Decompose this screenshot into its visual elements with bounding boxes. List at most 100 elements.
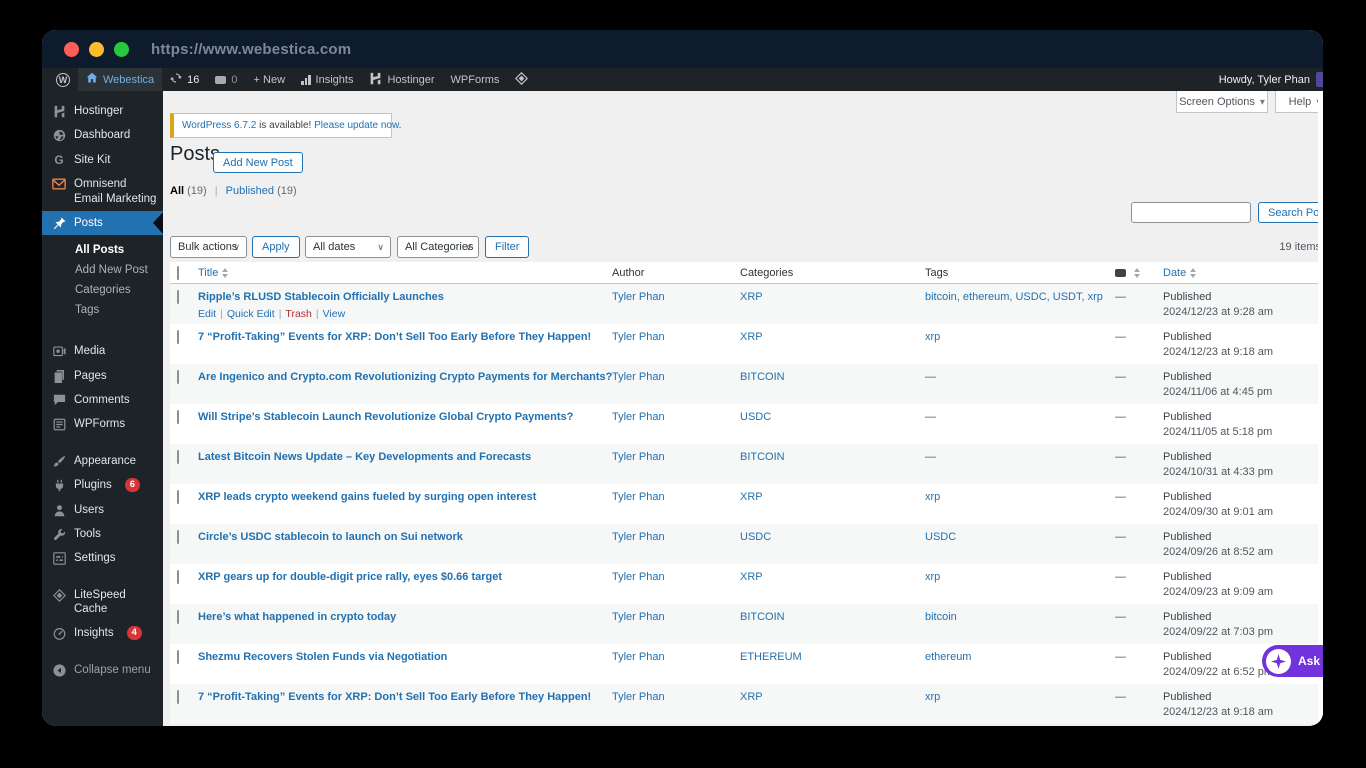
sort-by-title[interactable]: Title <box>198 267 229 279</box>
post-title-link[interactable]: Here’s what happened in crypto today <box>198 611 396 623</box>
author-link[interactable]: Tyler Phan <box>612 491 665 503</box>
apply-button[interactable]: Apply <box>252 236 300 258</box>
view-all-link[interactable]: All <box>170 185 184 197</box>
author-link[interactable]: Tyler Phan <box>612 371 665 383</box>
category-link[interactable]: XRP <box>740 331 763 343</box>
tags-link[interactable]: xrp <box>925 691 940 703</box>
scrollbar[interactable] <box>1318 91 1323 726</box>
view-published-link[interactable]: Published <box>226 185 274 197</box>
window-close-button[interactable] <box>64 41 79 57</box>
row-checkbox[interactable] <box>177 650 179 664</box>
post-title-link[interactable]: 7 “Profit-Taking” Events for XRP: Don’t … <box>198 331 591 343</box>
tags-link[interactable]: ethereum <box>925 651 971 663</box>
post-title-link[interactable]: Shezmu Recovers Stolen Funds via Negotia… <box>198 651 447 663</box>
category-link[interactable]: BITCOIN <box>740 371 785 383</box>
sort-by-comments[interactable] <box>1115 267 1163 278</box>
row-checkbox[interactable] <box>177 530 179 544</box>
category-link[interactable]: USDC <box>740 531 771 543</box>
row-checkbox[interactable] <box>177 370 179 384</box>
adminbar-new[interactable]: + New <box>246 68 294 91</box>
category-link[interactable]: XRP <box>740 691 763 703</box>
dates-filter-select[interactable]: All dates <box>305 236 391 258</box>
adminbar-hostinger[interactable]: Hostinger <box>361 68 442 91</box>
howdy-account-menu[interactable]: Howdy, Tyler Phan <box>1219 74 1310 86</box>
author-link[interactable]: Tyler Phan <box>612 571 665 583</box>
post-title-link[interactable]: XRP gears up for double-digit price rall… <box>198 571 502 583</box>
row-checkbox[interactable] <box>177 290 179 304</box>
categories-filter-select[interactable]: All Categories <box>397 236 479 258</box>
wordpress-version-link[interactable]: WordPress 6.7.2 <box>182 120 256 131</box>
sidebar-item-hostinger[interactable]: Hostinger <box>42 99 163 123</box>
category-link[interactable]: BITCOIN <box>740 451 785 463</box>
sidebar-item-collapse-menu[interactable]: Collapse menu <box>42 658 163 682</box>
select-all-checkbox[interactable] <box>177 265 179 280</box>
post-title-link[interactable]: Will Stripe’s Stablecoin Launch Revoluti… <box>198 411 573 423</box>
submenu-item-tags[interactable]: Tags <box>42 300 163 320</box>
adminbar-wpforms[interactable]: WPForms <box>443 68 508 91</box>
bulk-actions-select[interactable]: Bulk actions <box>170 236 247 258</box>
tags-link[interactable]: USDC <box>925 531 956 543</box>
sidebar-item-insights[interactable]: Insights 4 <box>42 621 163 645</box>
sidebar-item-plugins[interactable]: Plugins 6 <box>42 473 163 497</box>
row-checkbox[interactable] <box>177 410 179 424</box>
sidebar-item-omnisend-email-marketing[interactable]: Omnisend Email Marketing <box>42 172 163 211</box>
adminbar-comments[interactable]: 0 <box>207 68 245 91</box>
add-new-post-button[interactable]: Add New Post <box>213 152 303 173</box>
ask-ai-button[interactable]: Ask AI <box>1262 645 1323 677</box>
post-title-link[interactable]: XRP leads crypto weekend gains fueled by… <box>198 491 536 503</box>
row-checkbox[interactable] <box>177 570 179 584</box>
submenu-item-all-posts[interactable]: All Posts <box>42 240 163 260</box>
adminbar-insights[interactable]: Insights <box>293 68 361 91</box>
window-maximize-button[interactable] <box>114 41 129 57</box>
row-checkbox[interactable] <box>177 610 179 624</box>
author-link[interactable]: Tyler Phan <box>612 651 665 663</box>
author-link[interactable]: Tyler Phan <box>612 451 665 463</box>
adminbar-litespeed[interactable] <box>507 68 536 91</box>
author-link[interactable]: Tyler Phan <box>612 691 665 703</box>
tags-link[interactable]: bitcoin <box>925 611 957 623</box>
tags-link[interactable]: xrp <box>925 331 940 343</box>
post-title-link[interactable]: Are Ingenico and Crypto.com Revolutioniz… <box>198 371 612 383</box>
quick-edit-action-link[interactable]: Quick Edit <box>227 308 275 320</box>
help-tab[interactable]: Help <box>1275 91 1323 113</box>
sort-by-date[interactable]: Date <box>1163 267 1197 279</box>
sidebar-item-litespeed-cache[interactable]: LiteSpeed Cache <box>42 583 163 622</box>
edit-action-link[interactable]: Edit <box>198 308 216 320</box>
sidebar-item-settings[interactable]: Settings <box>42 546 163 570</box>
author-link[interactable]: Tyler Phan <box>612 611 665 623</box>
sidebar-item-dashboard[interactable]: Dashboard <box>42 123 163 147</box>
category-link[interactable]: BITCOIN <box>740 611 785 623</box>
author-link[interactable]: Tyler Phan <box>612 331 665 343</box>
row-checkbox[interactable] <box>177 330 179 344</box>
screen-options-tab[interactable]: Screen Options <box>1176 91 1268 113</box>
trash-action-link[interactable]: Trash <box>285 308 311 320</box>
post-title-link[interactable]: Latest Bitcoin News Update – Key Develop… <box>198 451 531 463</box>
tags-link[interactable]: xrp <box>925 491 940 503</box>
category-link[interactable]: XRP <box>740 291 763 303</box>
post-title-link[interactable]: 7 “Profit-Taking” Events for XRP: Don’t … <box>198 691 591 703</box>
search-posts-button[interactable]: Search Posts <box>1258 202 1323 223</box>
adminbar-updates[interactable]: 16 <box>162 68 207 91</box>
sidebar-item-wpforms[interactable]: WPForms <box>42 412 163 436</box>
row-checkbox[interactable] <box>177 490 179 504</box>
sidebar-item-posts[interactable]: Posts <box>42 210 163 236</box>
row-checkbox[interactable] <box>177 450 179 464</box>
sidebar-item-media[interactable]: Media <box>42 339 163 363</box>
sidebar-item-appearance[interactable]: Appearance <box>42 449 163 473</box>
submenu-item-add-new-post[interactable]: Add New Post <box>42 260 163 280</box>
window-minimize-button[interactable] <box>89 41 104 57</box>
submenu-item-categories[interactable]: Categories <box>42 280 163 300</box>
wp-logo-menu[interactable]: W <box>48 68 78 91</box>
category-link[interactable]: XRP <box>740 491 763 503</box>
search-input[interactable] <box>1131 202 1251 223</box>
update-now-link[interactable]: Please update now <box>314 120 399 131</box>
category-link[interactable]: USDC <box>740 411 771 423</box>
filter-button[interactable]: Filter <box>485 236 530 258</box>
category-link[interactable]: ETHEREUM <box>740 651 802 663</box>
author-link[interactable]: Tyler Phan <box>612 291 665 303</box>
row-checkbox[interactable] <box>177 690 179 704</box>
post-title-link[interactable]: Ripple’s RLUSD Stablecoin Officially Lau… <box>198 291 444 303</box>
tags-link[interactable]: xrp <box>925 571 940 583</box>
sidebar-item-users[interactable]: Users <box>42 498 163 522</box>
sidebar-item-pages[interactable]: Pages <box>42 364 163 388</box>
